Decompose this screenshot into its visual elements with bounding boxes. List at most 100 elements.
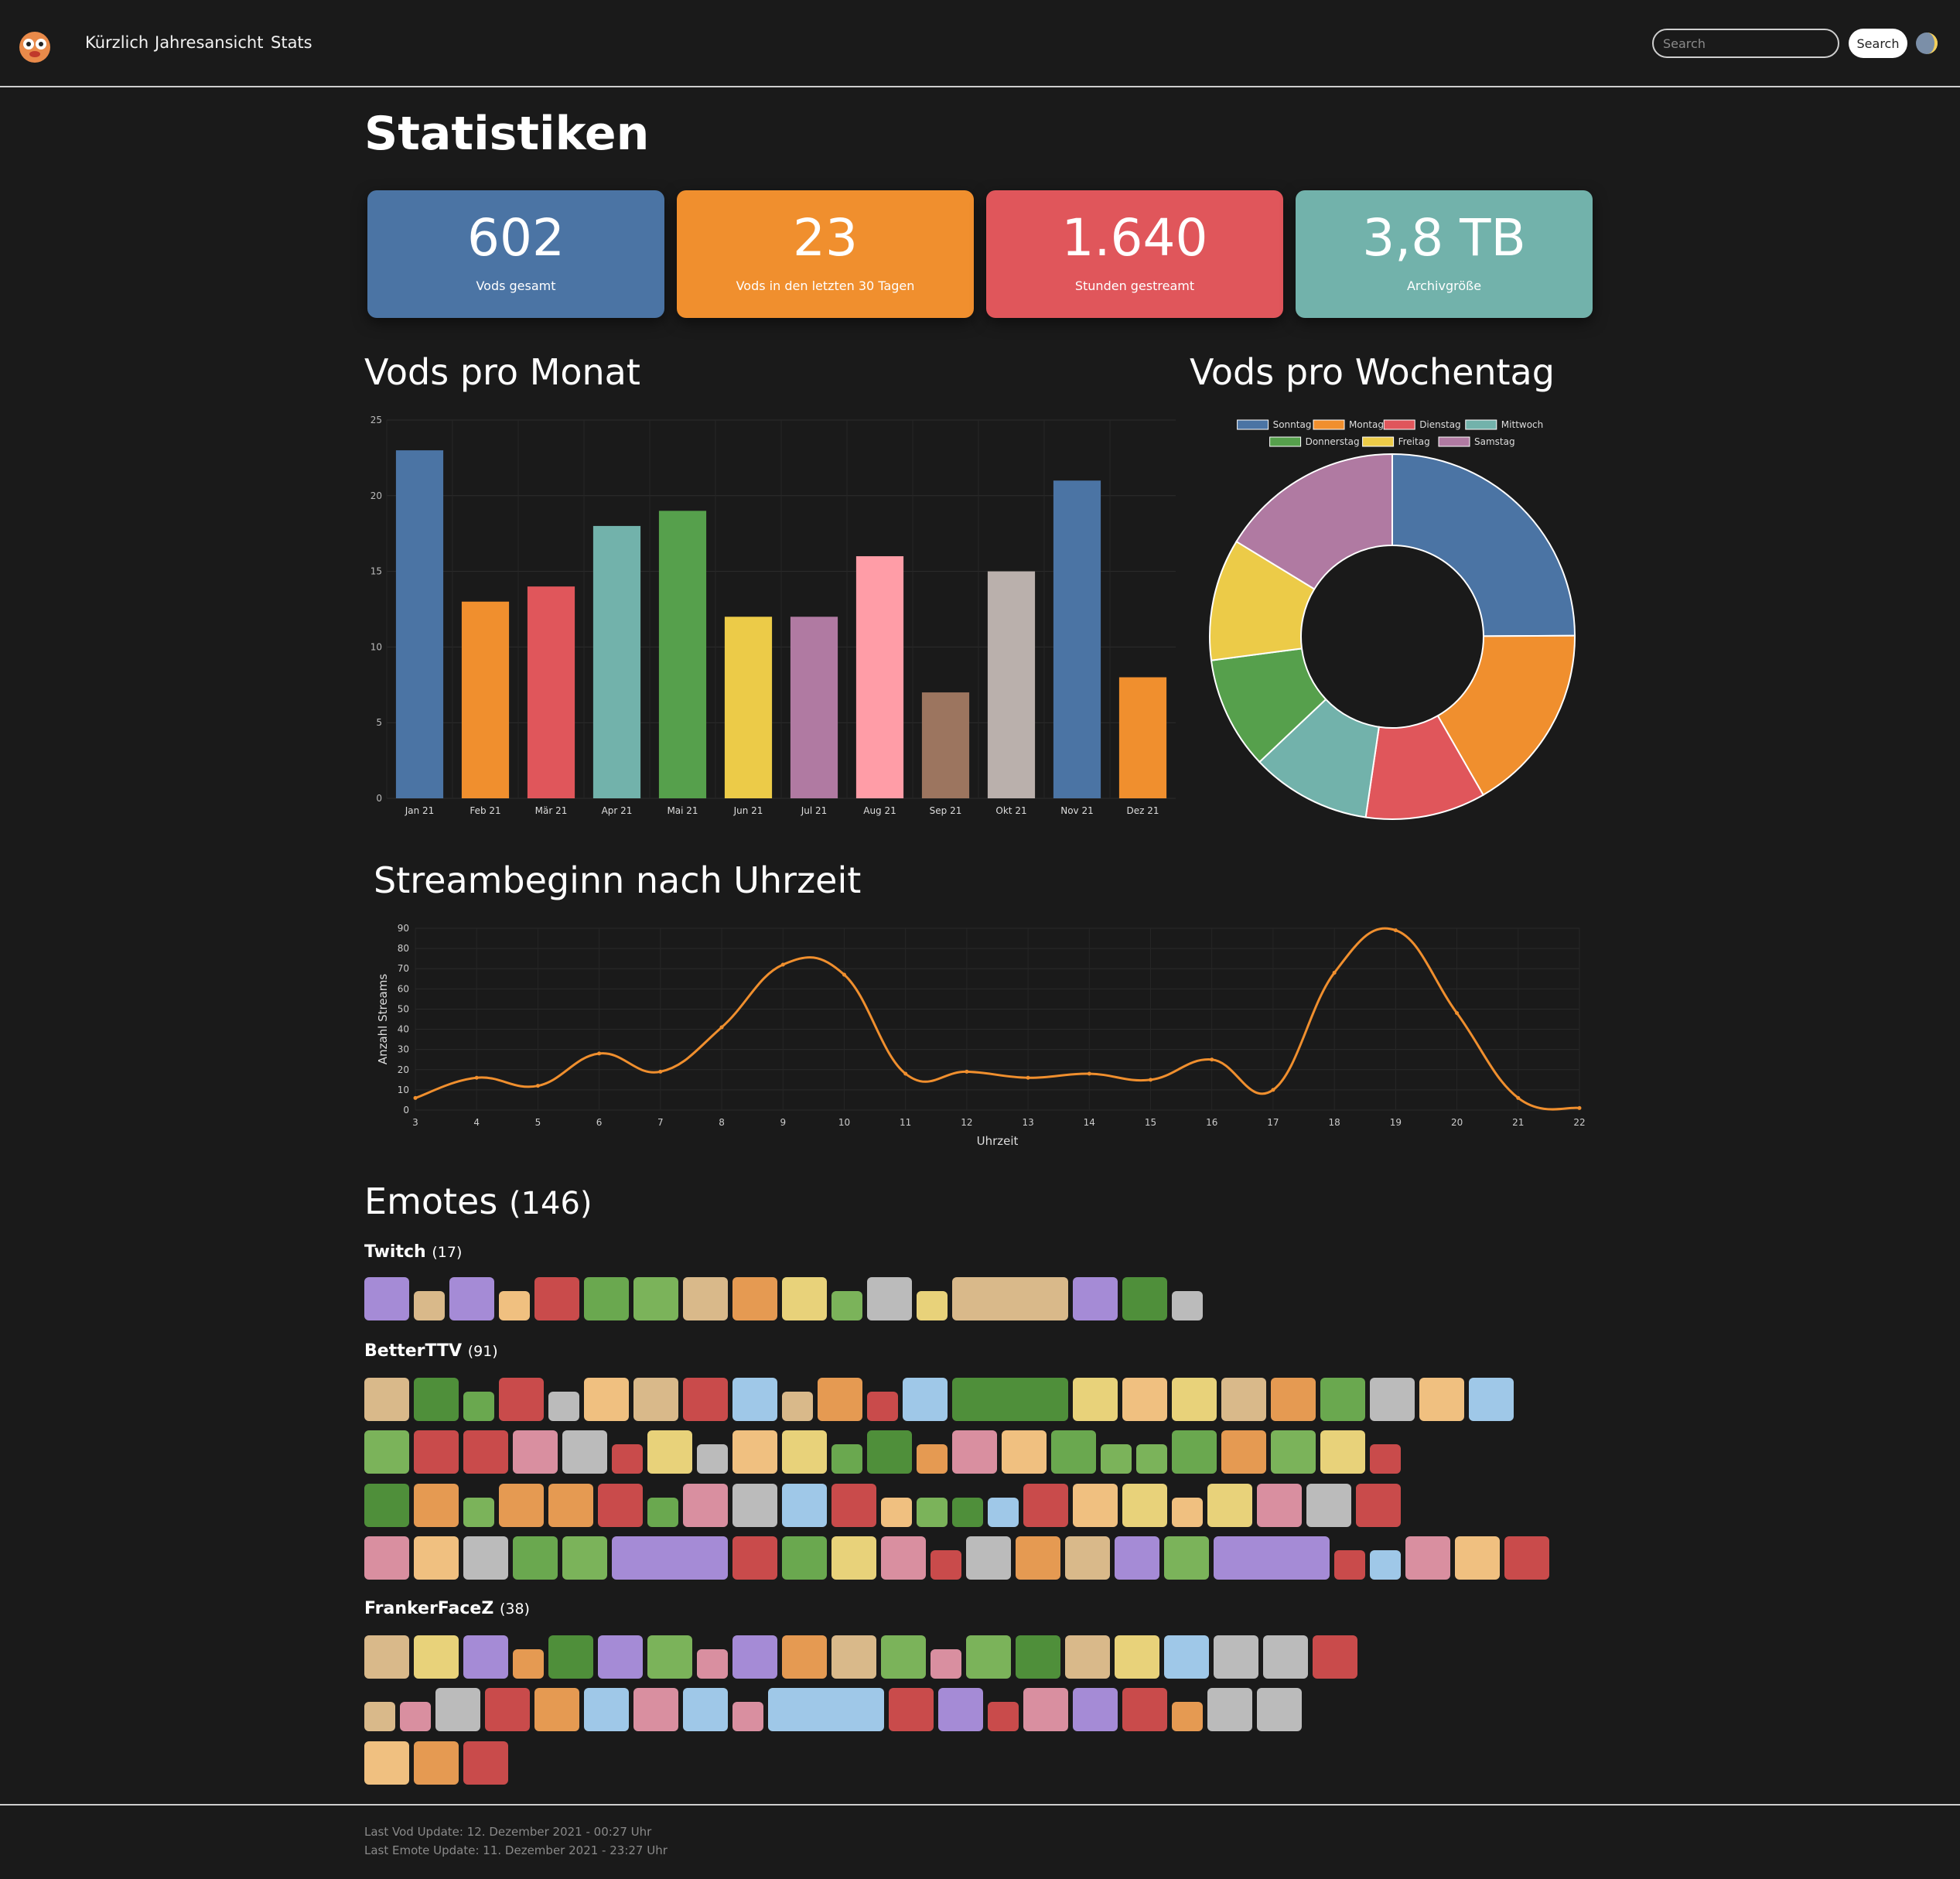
emote-icon [952,1430,997,1474]
emote-icon [903,1378,948,1421]
emote-icon [1023,1688,1068,1731]
emote-icon [697,1649,728,1679]
nav-link-recent[interactable]: Kürzlich [85,31,149,54]
line-point [780,962,785,967]
line-y-tick-label: 90 [398,923,409,934]
line-x-tick-label: 3 [412,1117,418,1128]
search-input[interactable] [1652,29,1839,58]
line-x-tick-label: 22 [1573,1117,1585,1128]
emote-icon [414,1741,459,1785]
search-button[interactable]: Search [1849,29,1907,58]
theme-toggle-moon-icon[interactable] [1915,30,1938,56]
bar [921,692,970,798]
emote-icon [1455,1536,1500,1580]
line-point [535,1084,540,1088]
line-point [1210,1057,1214,1062]
emote-icon [732,1635,777,1679]
emote-icon [831,1635,876,1679]
emote-row-twitch [364,1273,1207,1320]
emote-group-name: BetterTTV [364,1341,463,1361]
emote-icon [930,1649,961,1679]
hourly-line-series [415,927,1580,1111]
emote-icon [818,1378,862,1421]
emote-icon [584,1688,629,1731]
emote-icon [782,1430,827,1474]
legend-swatch [1383,419,1415,430]
emote-row-bttv-3 [364,1479,1405,1527]
emote-icon [1122,1378,1167,1421]
emote-icon [647,1430,692,1474]
bar-y-tick-label: 15 [370,566,382,577]
stat-value: 3,8 TB [1362,208,1526,268]
emote-icon [1504,1536,1549,1580]
bar-y-tick-label: 10 [370,641,382,652]
line-point [903,1071,908,1076]
emote-icon [548,1392,579,1421]
emote-icon [881,1635,926,1679]
emote-icon [647,1498,678,1527]
bar-x-tick-label: Okt 21 [995,805,1026,816]
line-y-axis-label: Anzahl Streams [376,974,390,1065]
bar [987,571,1036,798]
emote-icon [449,1277,494,1320]
line-point [1149,1078,1153,1082]
stat-card-recent-vods: 23 Vods in den letzten 30 Tagen [677,190,974,318]
bar-x-tick-label: Dez 21 [1126,805,1159,816]
line-x-tick-label: 17 [1267,1117,1279,1128]
bar-y-tick-label: 5 [376,717,382,728]
bar [527,586,575,798]
monthly-chart-title: Vods pro Monat [364,351,640,393]
emote-icon [499,1378,544,1421]
emote-icon [917,1291,948,1320]
emote-icon [867,1392,898,1421]
bar-x-tick-label: Feb 21 [470,805,500,816]
bar-x-tick-label: Sep 21 [930,805,962,816]
emote-icon [683,1688,728,1731]
emote-icon [683,1277,728,1320]
emote-icon [562,1536,607,1580]
legend-swatch [1465,419,1497,430]
emote-icon [1271,1378,1316,1421]
emote-icon [364,1635,409,1679]
emote-icon [1214,1536,1330,1580]
line-point [842,972,846,977]
emote-icon [1313,1635,1357,1679]
nav-link-year-view[interactable]: Jahresansicht [155,31,263,54]
emote-icon [988,1498,1019,1527]
emote-icon [1172,1378,1217,1421]
emote-icon [463,1741,508,1785]
line-x-axis-label: Uhrzeit [977,1134,1019,1148]
emote-icon [1172,1498,1203,1527]
bar [658,511,707,798]
emote-group-name: FrankerFaceZ [364,1599,494,1618]
emote-icon [831,1291,862,1320]
emote-icon [534,1688,579,1731]
line-x-tick-label: 20 [1451,1117,1463,1128]
emote-icon [414,1536,459,1580]
emote-icon [831,1444,862,1474]
line-point [1332,970,1337,975]
emote-icon [463,1536,508,1580]
legend-swatch [1438,436,1470,447]
emote-icon [1263,1635,1308,1679]
emote-icon [562,1430,607,1474]
line-x-tick-label: 11 [900,1117,911,1128]
last-vod-update: Last Vod Update: 12. Dezember 2021 - 00:… [364,1825,652,1839]
stat-label: Archivgröße [1406,278,1482,293]
emote-icon [1271,1430,1316,1474]
bar [855,556,904,798]
emote-icon [1356,1484,1401,1527]
bar [1118,677,1167,798]
page-title: Statistiken [364,107,650,161]
emote-icon [364,1536,409,1580]
line-y-tick-label: 50 [398,1003,409,1014]
emote-icon [782,1484,827,1527]
stat-value: 23 [793,208,858,268]
emote-icon [1469,1378,1514,1421]
line-point [1271,1088,1275,1092]
emote-icon [1122,1484,1167,1527]
brand-logo-icon[interactable] [15,27,54,66]
nav-link-stats[interactable]: Stats [271,31,312,54]
emotes-title: Emotes (146) [364,1180,592,1225]
bar [1053,480,1101,798]
